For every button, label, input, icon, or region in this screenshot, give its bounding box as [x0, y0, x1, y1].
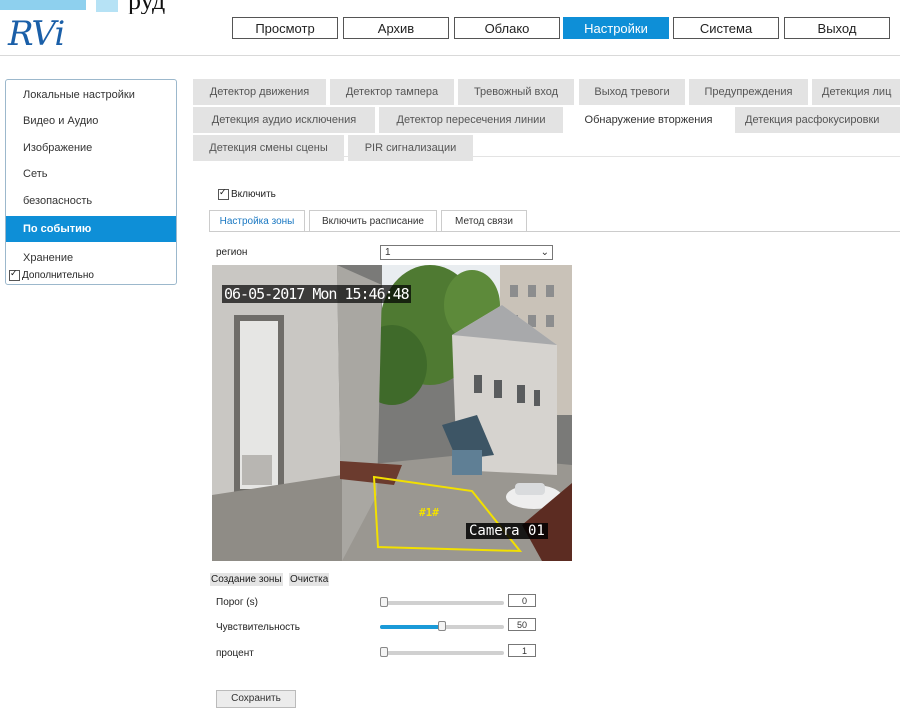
sensitivity-slider[interactable]	[380, 621, 504, 631]
sidebar-item-storage[interactable]: Хранение	[6, 245, 176, 271]
enable-checkbox[interactable]: Включить	[218, 187, 276, 201]
sidebar-item-network[interactable]: Сеть	[6, 161, 176, 187]
sidebar-item-local[interactable]: Локальные настройки	[6, 82, 176, 108]
enable-label: Включить	[231, 189, 276, 201]
tab-line-crossing[interactable]: Детектор пересечения линии	[379, 107, 563, 133]
slider-thumb[interactable]	[380, 597, 388, 607]
nav-view-button[interactable]: Просмотр	[232, 17, 338, 39]
threshold-slider[interactable]	[380, 597, 504, 607]
advanced-label: Дополнительно	[22, 270, 94, 282]
sidebar-item-image[interactable]: Изображение	[6, 135, 176, 161]
tabs-divider	[193, 156, 900, 157]
checkbox-checked-icon[interactable]	[218, 187, 229, 200]
zone-number-label: #1#	[419, 506, 439, 519]
slider-thumb[interactable]	[380, 647, 388, 657]
subtab-zone-settings[interactable]: Настройка зоны	[209, 210, 305, 232]
sidebar-item-video-audio[interactable]: Видео и Аудио	[6, 108, 176, 134]
nav-cloud-button[interactable]: Облако	[454, 17, 560, 39]
subtab-linkage-method[interactable]: Метод связи	[441, 210, 527, 232]
chevron-down-icon: ⌄	[540, 247, 549, 258]
osd-timestamp: 06-05-2017 Mon 15:46:48	[222, 285, 411, 303]
threshold-label: Порог (s)	[216, 597, 258, 608]
tab-audio-exception[interactable]: Детекция аудио исключения	[193, 107, 375, 133]
sidebar-item-event[interactable]: По событию	[6, 216, 176, 242]
sidebar-item-security[interactable]: безопасность	[6, 188, 176, 214]
slider-thumb[interactable]	[438, 621, 446, 631]
tab-motion-detector[interactable]: Детектор движения	[193, 79, 326, 105]
tab-alarm-input[interactable]: Тревожный вход	[458, 79, 574, 105]
region-value: 1	[385, 247, 391, 258]
header-divider	[0, 55, 900, 56]
decorative-ribbon	[0, 0, 86, 10]
tab-intrusion-detection[interactable]: Обнаружение вторжения	[567, 107, 730, 133]
checkbox-checked-icon[interactable]	[9, 268, 20, 281]
tab-pir-alarm[interactable]: PIR сигнализации	[348, 135, 473, 161]
subtab-schedule[interactable]: Включить расписание	[309, 210, 437, 232]
sensitivity-label: Чувствительность	[216, 622, 300, 633]
decorative-ribbon	[96, 0, 118, 12]
osd-camera-name: Camera 01	[466, 523, 548, 539]
settings-sidebar: Локальные настройки Видео и Аудио Изобра…	[5, 79, 177, 285]
fragment-text: руд	[128, 0, 165, 14]
percent-label: процент	[216, 648, 254, 659]
region-select[interactable]: 1 ⌄	[380, 245, 553, 260]
logo: RVi	[8, 14, 65, 54]
nav-archive-button[interactable]: Архив	[343, 17, 449, 39]
tab-warnings[interactable]: Предупреждения	[689, 79, 808, 105]
tab-defocus-detection[interactable]: Детекция расфокусировки	[735, 107, 900, 133]
tab-face-detection[interactable]: Детекция лиц	[812, 79, 900, 105]
create-zone-button[interactable]: Создание зоны	[210, 573, 283, 586]
save-button[interactable]: Сохранить	[216, 690, 296, 708]
tab-scene-change[interactable]: Детекция смены сцены	[193, 135, 344, 161]
nav-exit-button[interactable]: Выход	[784, 17, 890, 39]
region-label: регион	[216, 247, 248, 258]
camera-preview[interactable]: 06-05-2017 Mon 15:46:48 #1# Camera 01	[212, 265, 572, 561]
nav-settings-button[interactable]: Настройки	[563, 17, 669, 39]
slider-fill	[380, 625, 442, 629]
nav-system-button[interactable]: Система	[673, 17, 779, 39]
threshold-value-field[interactable]: 0	[508, 594, 536, 607]
sensitivity-value-field[interactable]: 50	[508, 618, 536, 631]
header-fragment: руд	[0, 0, 260, 14]
camera-scene	[212, 265, 572, 561]
percent-value-field[interactable]: 1	[508, 644, 536, 657]
tab-tamper-detector[interactable]: Детектор тампера	[330, 79, 454, 105]
percent-slider[interactable]	[380, 647, 504, 657]
tab-alarm-output[interactable]: Выход тревоги	[579, 79, 685, 105]
subtabs-divider	[209, 231, 900, 232]
advanced-checkbox[interactable]: Дополнительно	[9, 268, 94, 282]
clear-zone-button[interactable]: Очистка	[289, 573, 330, 586]
